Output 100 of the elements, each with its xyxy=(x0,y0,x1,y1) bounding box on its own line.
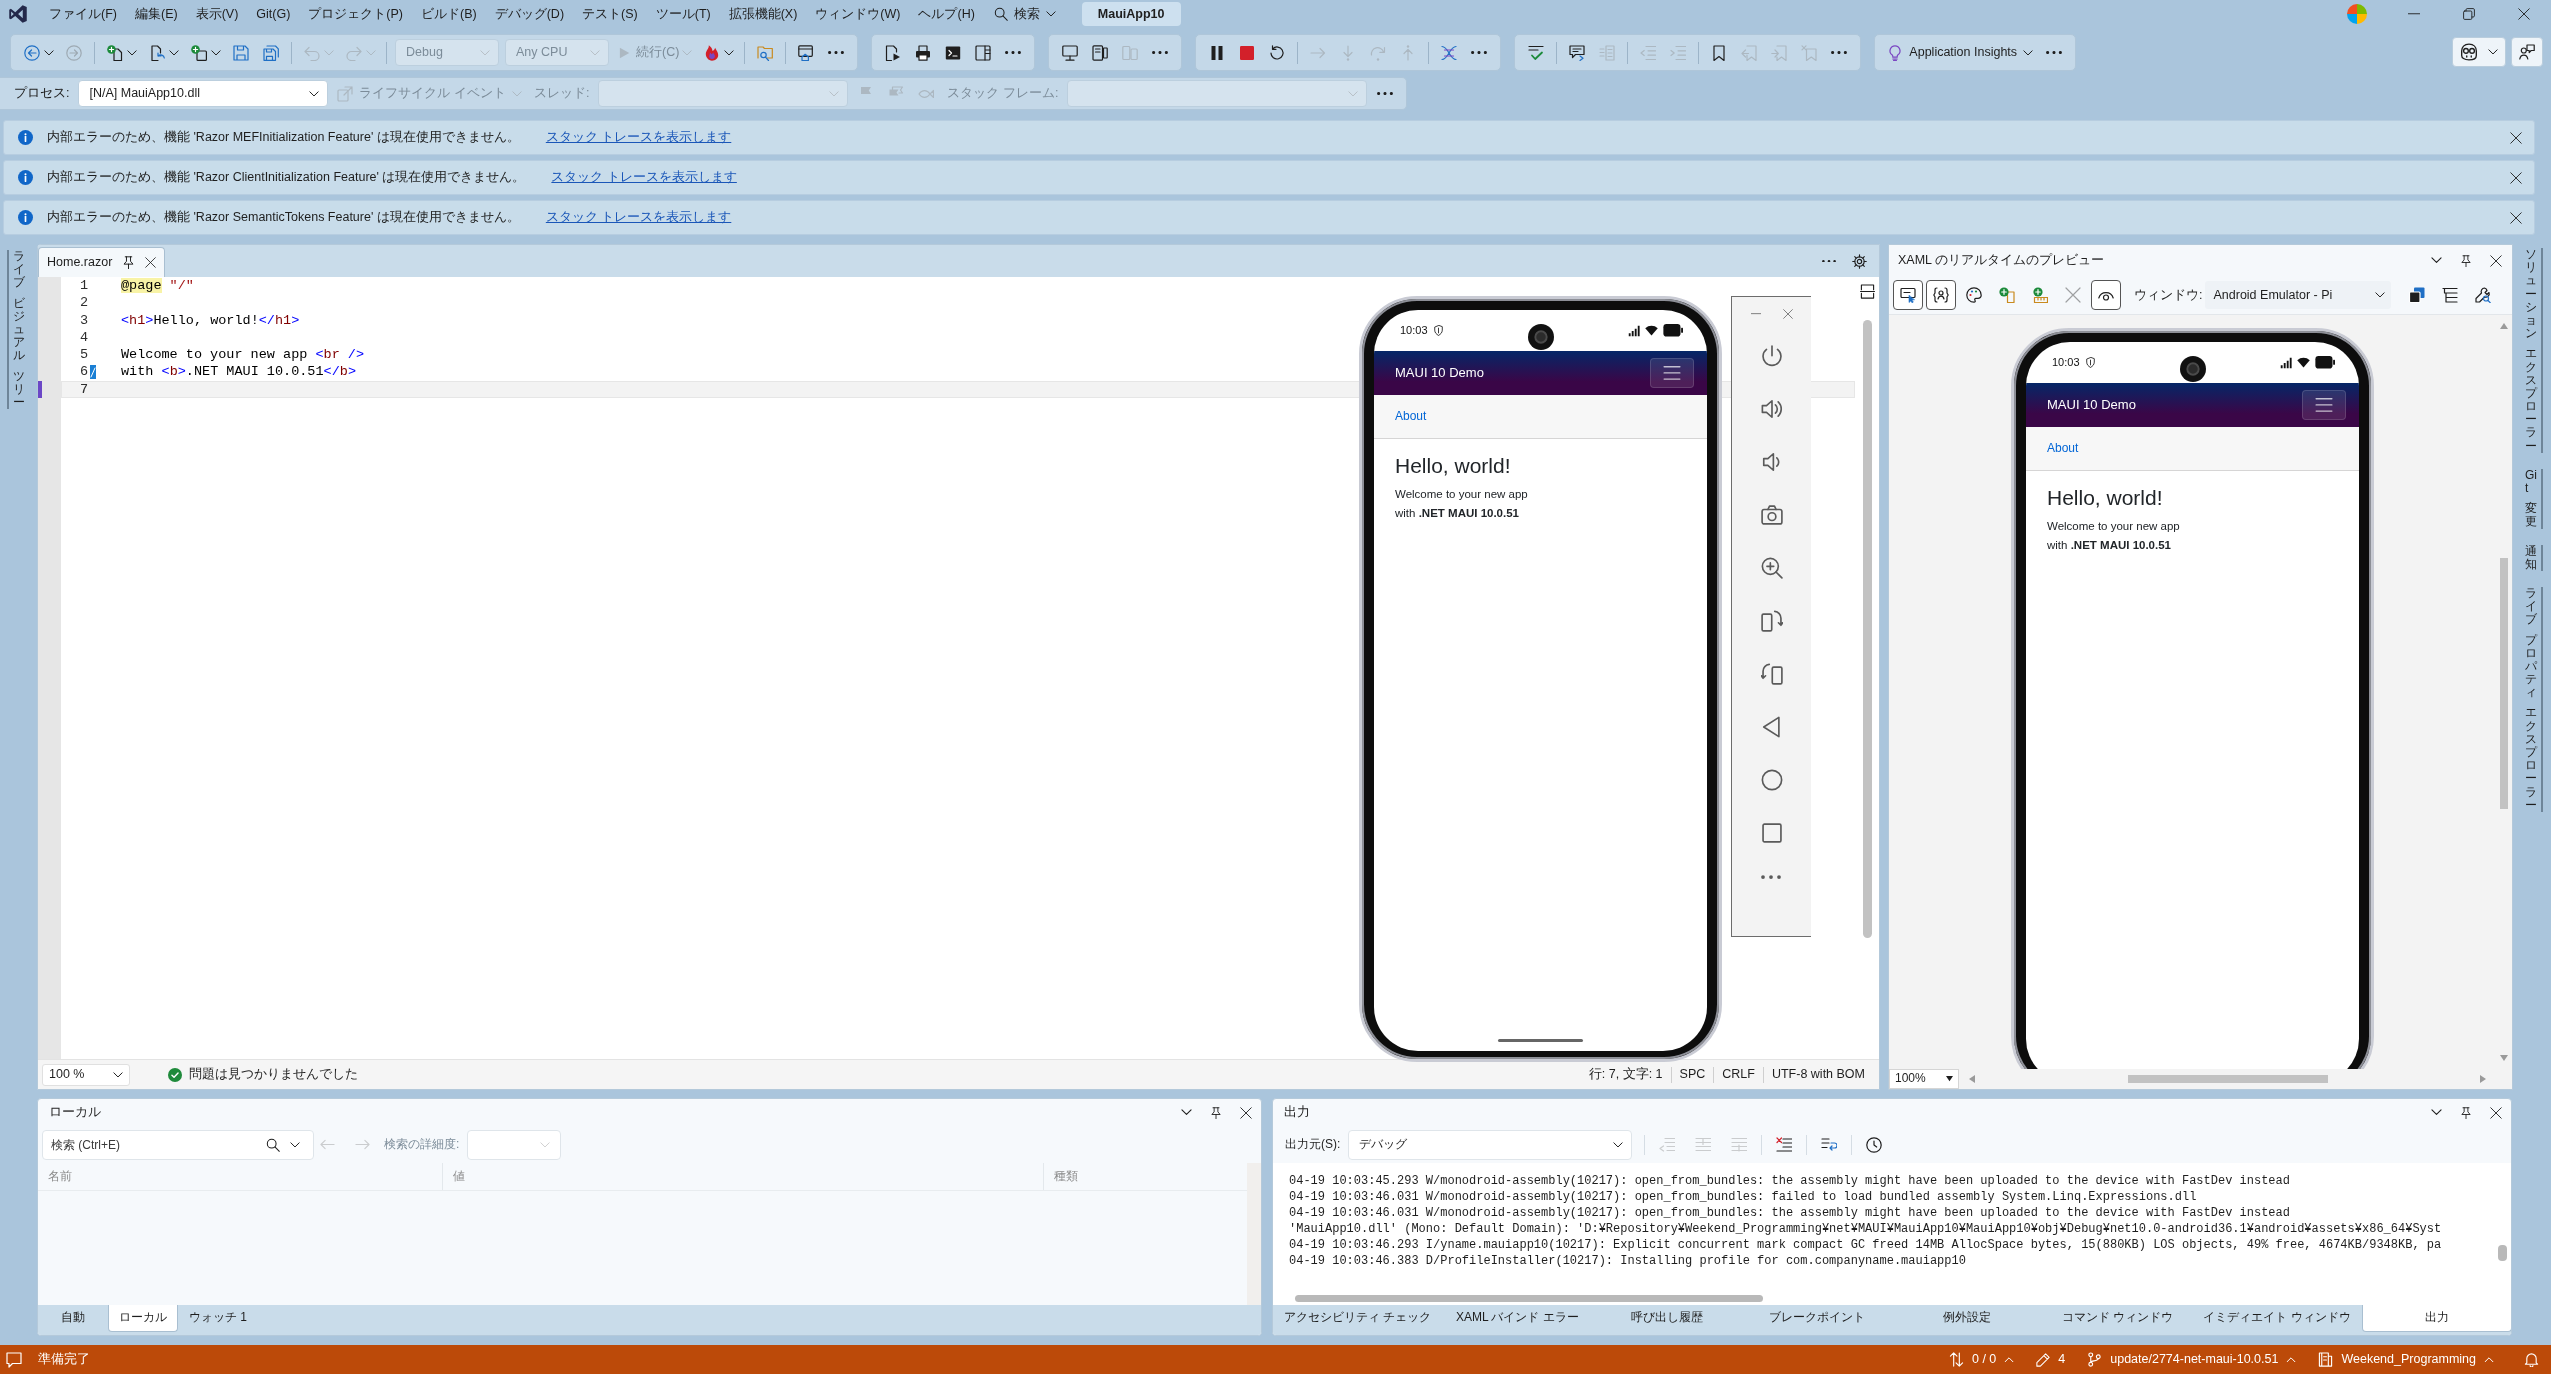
caret-icon[interactable] xyxy=(2431,1109,2442,1116)
printer-icon[interactable] xyxy=(915,44,932,61)
caret-icon[interactable] xyxy=(724,49,735,56)
logo-icon[interactable] xyxy=(8,4,28,24)
edits-button[interactable]: 4 xyxy=(2028,1351,2074,1368)
pin-icon[interactable] xyxy=(2460,254,2472,267)
branch-button[interactable]: update/2774-net-maui-10.0.51 xyxy=(2079,1351,2305,1368)
more-icon[interactable] xyxy=(1005,50,1022,55)
stack-trace-link[interactable]: スタック トレースを表示します xyxy=(551,169,737,186)
repository-button[interactable]: Weekend_Programming xyxy=(2310,1351,2502,1368)
menu-item[interactable]: ファイル(F) xyxy=(40,5,126,23)
zoom-in-icon[interactable] xyxy=(1760,557,1783,579)
toolbar-button[interactable] xyxy=(2091,280,2121,310)
encoding-indicator[interactable]: UTF-8 with BOM xyxy=(1763,1066,1873,1083)
home-icon[interactable] xyxy=(1760,769,1783,791)
more-icon[interactable] xyxy=(1471,50,1488,55)
triangle-left-icon[interactable] xyxy=(1969,1075,1975,1083)
close-icon[interactable] xyxy=(2510,131,2522,144)
caret-icon[interactable] xyxy=(44,49,54,56)
panel-tab[interactable]: イミディエイト ウィンドウ xyxy=(2192,1305,2362,1332)
line-ending-indicator[interactable]: CRLF xyxy=(1714,1066,1763,1083)
panel-tab[interactable]: 出力 xyxy=(2361,1305,2511,1332)
menu-button[interactable] xyxy=(2302,390,2346,420)
comment-icon[interactable] xyxy=(1569,44,1586,61)
close-icon[interactable] xyxy=(2490,1106,2502,1119)
window-icon[interactable] xyxy=(798,44,815,61)
stop-icon[interactable] xyxy=(1239,44,1256,61)
panel-tab[interactable]: 呼び出し履歴 xyxy=(1592,1305,1743,1332)
file-arrow-icon[interactable] xyxy=(149,44,165,61)
folder-search-icon[interactable] xyxy=(757,44,774,61)
nav-link[interactable]: About xyxy=(1395,408,1427,425)
more-icon[interactable] xyxy=(1822,259,1836,263)
panel-tab[interactable]: コマンド ウィンドウ xyxy=(2042,1305,2193,1332)
toolbar-button[interactable] xyxy=(1926,280,1956,310)
close-icon[interactable] xyxy=(1240,1106,1252,1119)
rotate-left-icon[interactable] xyxy=(1760,610,1783,632)
overview-icon[interactable] xyxy=(1760,822,1783,844)
more-icon[interactable] xyxy=(1760,875,1781,879)
menu-button[interactable] xyxy=(1650,358,1694,388)
issues-status[interactable]: 問題は見つかりませんでした xyxy=(189,1066,358,1083)
document-tab[interactable]: Home.razor xyxy=(38,247,166,277)
close-icon[interactable] xyxy=(2490,254,2502,267)
menu-item[interactable]: 編集(E) xyxy=(125,5,187,23)
triangle-right-icon[interactable] xyxy=(2480,1075,2486,1083)
stack-trace-link[interactable]: スタック トレースを表示します xyxy=(545,129,732,146)
side-tab[interactable]: ライブ ビジュアル ツリー xyxy=(6,250,25,410)
menu-item[interactable]: プロジェクト(P) xyxy=(299,5,412,23)
more-icon[interactable] xyxy=(1377,91,1394,96)
side-tab[interactable]: ライブ プロパティ エクスプローラー xyxy=(2525,586,2543,812)
new-file-icon[interactable] xyxy=(107,44,123,61)
restart-icon[interactable] xyxy=(1269,44,1286,61)
caret-icon[interactable] xyxy=(127,49,137,56)
clear-all-icon[interactable] xyxy=(1776,1136,1793,1153)
pin-icon[interactable] xyxy=(2460,1106,2472,1119)
split-icon[interactable] xyxy=(1859,284,1875,299)
panel-tab[interactable]: ローカル xyxy=(108,1305,178,1332)
insights-dropdown[interactable]: Application Insights xyxy=(1881,44,2040,61)
zoom-dropdown[interactable]: 100 % xyxy=(42,1063,130,1086)
save-icon[interactable] xyxy=(233,44,249,61)
device-icon[interactable] xyxy=(1092,44,1109,61)
zoom-dropdown[interactable]: 100% xyxy=(1889,1069,1959,1089)
scrollbar-thumb[interactable] xyxy=(2497,1245,2507,1261)
pin-icon[interactable] xyxy=(1210,1106,1222,1119)
whitespace-indicator[interactable]: SPC xyxy=(1671,1066,1714,1083)
clock-icon[interactable] xyxy=(1866,1136,1883,1153)
side-tab[interactable]: Git 変更 xyxy=(2525,468,2543,529)
page-play-icon[interactable] xyxy=(885,44,902,61)
menu-item[interactable]: ツール(T) xyxy=(646,5,720,23)
more-icon[interactable] xyxy=(1831,50,1848,55)
close-icon[interactable] xyxy=(145,257,157,268)
panel-tab[interactable]: ブレークポイント xyxy=(1742,1305,1893,1332)
pin-icon[interactable] xyxy=(122,256,136,269)
power-icon[interactable] xyxy=(1760,345,1783,367)
layout-icon[interactable] xyxy=(975,44,992,61)
search-button[interactable]: 検索 xyxy=(987,5,1062,23)
speech-bubble-icon[interactable] xyxy=(6,1351,22,1368)
caret-icon[interactable] xyxy=(169,49,179,56)
flame-icon[interactable] xyxy=(704,44,721,61)
pause-icon[interactable] xyxy=(1209,44,1226,61)
terminal-icon[interactable] xyxy=(945,44,962,61)
source-dropdown[interactable]: デバッグ xyxy=(1348,1129,1633,1160)
caret-icon[interactable] xyxy=(211,49,221,56)
column-header[interactable]: 値 xyxy=(443,1163,1044,1190)
stack-trace-link[interactable]: スタック トレースを表示します xyxy=(545,209,732,226)
changes-button[interactable]: 0 / 0 xyxy=(1940,1351,2023,1368)
menu-item[interactable]: ビルド(B) xyxy=(412,5,486,23)
side-tab[interactable]: ソリューション エクスプローラー xyxy=(2525,248,2543,453)
camera-icon[interactable] xyxy=(1760,504,1783,526)
cursor-position[interactable]: 行: 7, 文字: 1 xyxy=(1580,1066,1671,1083)
save-all-icon[interactable] xyxy=(263,44,279,61)
caret-icon[interactable] xyxy=(2431,257,2442,264)
settings-icon[interactable] xyxy=(1852,253,1867,269)
lines-check-icon[interactable] xyxy=(1528,44,1545,61)
menu-item[interactable]: Git(G) xyxy=(247,5,300,23)
scrollbar-thumb[interactable] xyxy=(2500,558,2508,809)
panel-tab[interactable]: 自動 xyxy=(38,1305,108,1332)
search-field[interactable]: 検索 (Ctrl+E) xyxy=(42,1129,314,1160)
menu-item[interactable]: デバッグ(D) xyxy=(485,5,574,23)
window-dropdown[interactable]: Android Emulator - Pi xyxy=(2205,281,2392,309)
panel-tab[interactable]: 例外設定 xyxy=(1892,1305,2043,1332)
